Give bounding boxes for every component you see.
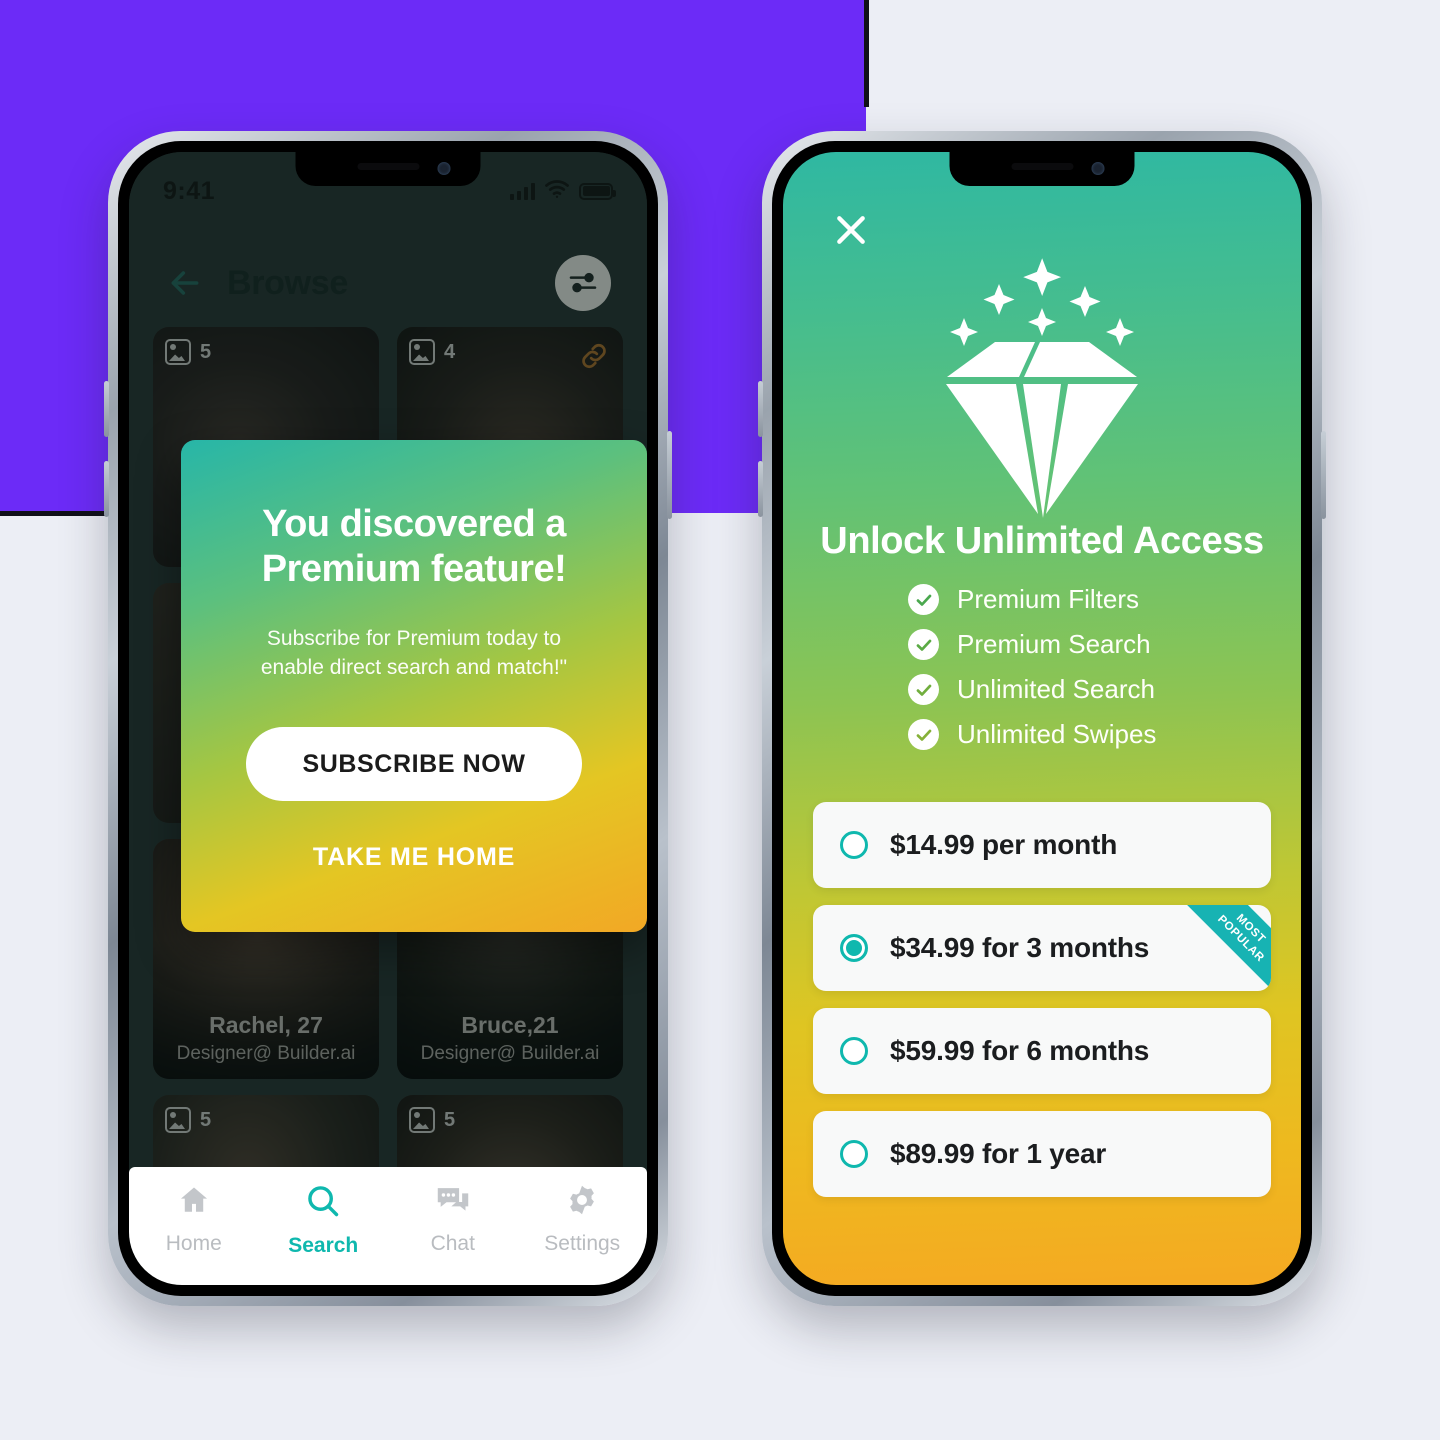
diamond-sparkle-icon [783,240,1301,540]
tab-chat-label: Chat [430,1232,475,1255]
back-arrow-icon[interactable] [165,263,205,303]
plan-list: $14.99 per month $34.99 for 3 months MOS… [783,802,1301,1197]
modal-title-line2: Premium feature! [261,547,567,590]
modal-title: You discovered a Premium feature! [262,502,567,592]
wifi-icon [544,177,570,206]
modal-subtitle-line2: enable direct search and match!" [260,656,568,680]
feature-item: Unlimited Swipes [908,719,1176,750]
tab-chat[interactable]: Chat [388,1183,518,1256]
gear-icon [565,1183,599,1222]
tab-settings-label: Settings [544,1232,621,1255]
phone-notch [949,152,1135,186]
volume-button-right[interactable] [758,461,763,517]
search-icon [305,1183,341,1224]
status-time: 9:41 [163,176,216,205]
home-icon [177,1183,211,1222]
volume-button-left[interactable] [104,381,109,437]
plan-option-6-months[interactable]: $59.99 for 6 months [813,1008,1271,1094]
phone-notch [295,152,481,186]
plan-option-3-months[interactable]: $34.99 for 3 months MOST POPULAR [813,905,1271,991]
tab-settings[interactable]: Settings [518,1183,648,1256]
background-vertical-rule [864,0,869,107]
most-popular-ribbon: MOST POPULAR [1170,905,1271,991]
left-phone-screen: 5 4 [129,152,647,1285]
plan-label: $89.99 for 1 year [890,1138,1107,1169]
power-button[interactable] [1321,431,1326,519]
phone-mockup-left: 5 4 [104,131,672,1306]
plan-label: $34.99 for 3 months [890,932,1150,963]
volume-button-right[interactable] [104,461,109,517]
feature-label: Premium Search [957,629,1151,659]
check-circle-icon [908,719,939,750]
check-circle-icon [908,584,939,615]
take-me-home-button[interactable]: TAKE ME HOME [313,843,515,872]
radio-button[interactable] [840,934,868,962]
feature-list: Premium Filters Premium Search Unlimited… [783,584,1301,750]
tab-search[interactable]: Search [259,1183,389,1258]
premium-feature-modal: You discovered a Premium feature! Subscr… [181,440,647,932]
plan-option-monthly[interactable]: $14.99 per month [813,802,1271,888]
chat-icon [435,1183,471,1222]
close-x-icon[interactable] [831,210,871,250]
tab-search-label: Search [288,1234,359,1257]
volume-button-left[interactable] [758,381,763,437]
phone-mockup-right: Unlock Unlimited Access Premium Filters … [758,131,1326,1306]
check-circle-icon [908,674,939,705]
cellular-signal-icon [509,182,535,200]
front-camera [1091,162,1105,175]
subscribe-now-button[interactable]: SUBSCRIBE NOW [246,727,582,802]
feature-item: Premium Filters [908,584,1176,615]
feature-item: Unlimited Search [908,674,1176,705]
feature-label: Unlimited Search [957,674,1155,704]
right-phone-screen: Unlock Unlimited Access Premium Filters … [783,152,1301,1285]
check-circle-icon [908,629,939,660]
front-camera [437,162,451,175]
radio-button[interactable] [840,831,868,859]
radio-button[interactable] [840,1037,868,1065]
browse-header: Browse [129,247,647,319]
earpiece-speaker [1011,163,1073,170]
feature-item: Premium Search [908,629,1176,660]
tab-home-label: Home [165,1232,222,1255]
earpiece-speaker [357,163,419,170]
unlock-title: Unlock Unlimited Access [820,520,1264,562]
plan-option-1-year[interactable]: $89.99 for 1 year [813,1111,1271,1197]
radio-button[interactable] [840,1140,868,1168]
tab-home[interactable]: Home [129,1183,259,1256]
plan-label: $14.99 per month [890,829,1118,860]
modal-subtitle: Subscribe for Premium today to enable di… [261,624,567,684]
plan-label: $59.99 for 6 months [890,1035,1150,1066]
power-button[interactable] [667,431,672,519]
modal-subtitle-line1: Subscribe for Premium today to [266,626,562,650]
modal-title-line1: You discovered a [262,503,566,545]
battery-full-icon [579,182,616,200]
filter-sliders-icon[interactable] [555,255,611,311]
page-title: Browse [227,263,349,302]
bottom-tab-bar: Home Search Chat Settings [129,1167,647,1285]
feature-label: Premium Filters [957,584,1140,614]
feature-label: Unlimited Swipes [957,719,1157,749]
